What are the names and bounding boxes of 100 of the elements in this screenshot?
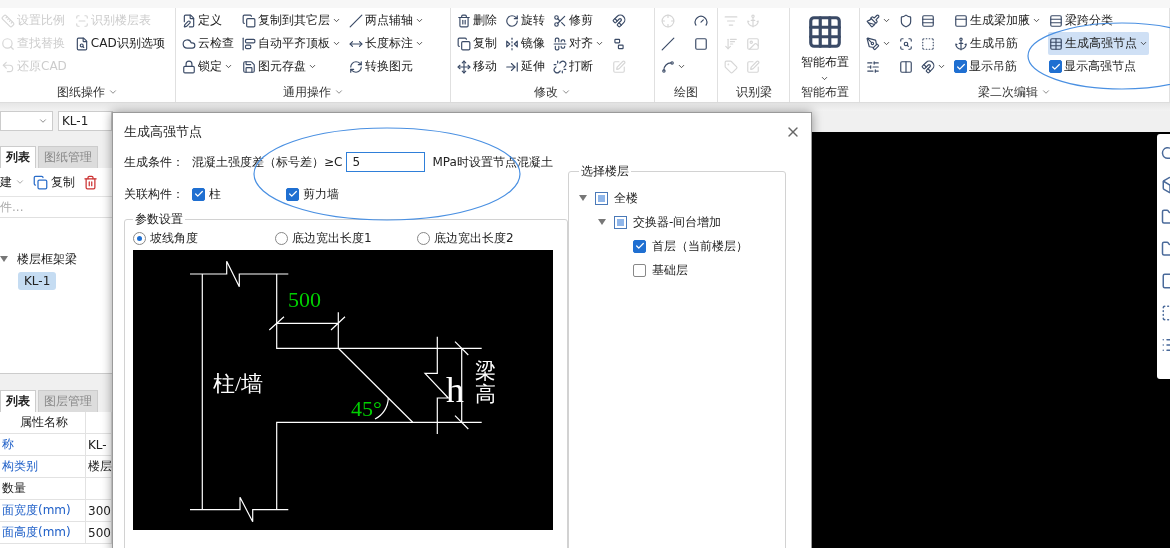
scan-icon (899, 36, 913, 51)
checkbox[interactable] (286, 187, 299, 201)
align-icon (553, 36, 567, 51)
ungroup-icon (612, 36, 626, 51)
ribbon-button[interactable]: CAD识别选项 (73, 32, 166, 55)
ribbon-button[interactable]: 转换图元 (348, 55, 425, 78)
search-icon (1, 36, 15, 51)
ribbon-button[interactable]: 定义 (181, 9, 235, 32)
ribbon-button[interactable]: 锁定 (181, 55, 235, 78)
group-label: 通用操作 (282, 83, 331, 101)
lock-icon (182, 59, 196, 74)
floor-label[interactable]: 全楼 (614, 189, 638, 207)
group-label: 绘图 (674, 83, 698, 101)
sliders-icon (866, 59, 880, 74)
radio-option[interactable]: 坡线角度 (133, 229, 275, 247)
checkbox[interactable] (954, 60, 967, 73)
checkbox[interactable] (633, 263, 646, 277)
caret-icon (15, 177, 25, 187)
angle-label: 45° (351, 398, 382, 420)
checkbox[interactable] (633, 239, 646, 253)
radio-option[interactable]: 底边宽出长度2 (417, 229, 559, 247)
ribbon-button[interactable]: 生成梁加腋 (953, 9, 1042, 32)
ribbon-button[interactable]: 删除 (456, 9, 498, 32)
copy-icon (242, 13, 256, 28)
ribbon-button[interactable]: 两点辅轴 (348, 9, 425, 32)
checkbox[interactable] (1049, 60, 1062, 73)
ribbon-button[interactable]: 生成高强节点 (1048, 32, 1149, 55)
property-name: 数量 (0, 478, 86, 499)
smart-layout-button[interactable]: 智能布置 (800, 9, 849, 83)
condition-text: MPa时设置节点混凝土 (432, 153, 553, 171)
component-checkbox[interactable]: 柱 (192, 185, 221, 203)
new-button[interactable]: 建 (0, 173, 25, 191)
ribbon-button[interactable]: 长度标注 (348, 32, 425, 55)
ribbon-button[interactable]: 打断 (552, 55, 605, 78)
line-icon (661, 36, 675, 51)
ribbon-button[interactable]: 复制到其它层 (241, 9, 342, 32)
ribbon-button[interactable]: 修剪 (552, 9, 605, 32)
expand-arrow-icon[interactable] (598, 219, 606, 225)
property-name: 构类别 (0, 456, 86, 477)
gauge-icon (694, 13, 708, 28)
checkbox[interactable] (595, 191, 608, 205)
ribbon-button[interactable]: 镜像 (504, 32, 546, 55)
ribbon-checkbox[interactable]: 显示高强节点 (1048, 55, 1149, 78)
copy-button[interactable]: 复制 (33, 173, 75, 191)
property-name: 面高度(mm) (0, 522, 86, 543)
anchor-icon (954, 36, 968, 51)
expand-arrow-icon[interactable] (0, 256, 8, 262)
square-pen-icon (746, 59, 760, 74)
property-name: 面宽度(mm) (0, 500, 86, 521)
wall-label: 柱/墙 (213, 373, 264, 395)
dialog-title: 生成高强节点 (124, 123, 202, 141)
radio-option[interactable]: 底边宽出长度1 (275, 229, 417, 247)
ribbon-checkbox[interactable]: 显示吊筋 (953, 55, 1042, 78)
shield-icon (899, 13, 913, 28)
group-title: 选择楼层 (580, 163, 630, 180)
column-header: 属性名称 (0, 412, 86, 433)
property-name: 称 (0, 434, 86, 455)
ribbon-button[interactable]: 旋转 (504, 9, 546, 32)
component-checkbox[interactable]: 剪力墙 (286, 185, 339, 203)
ribbon-button[interactable]: 对齐 (552, 32, 605, 55)
radio-button[interactable] (417, 231, 430, 245)
floor-label[interactable]: 首层（当前楼层） (652, 237, 748, 255)
component-selector[interactable]: KL-1 (58, 111, 112, 131)
trash-icon (457, 13, 471, 28)
ribbon-button[interactable]: 自动平齐顶板 (241, 32, 342, 55)
undo-icon (1, 59, 15, 74)
tree-item[interactable]: 楼层框架梁 (11, 248, 83, 270)
radio-button[interactable] (133, 231, 146, 245)
radio-button[interactable] (275, 231, 288, 245)
rotate-icon (505, 13, 519, 28)
scan-icon (74, 13, 89, 28)
panel-tab[interactable]: 列表 (0, 146, 36, 168)
panel-tab[interactable]: 列表 (0, 390, 36, 412)
tree-item[interactable]: KL-1 (18, 272, 57, 290)
unlink-icon (553, 59, 567, 74)
group-label: 识别梁 (735, 83, 772, 101)
magnet-icon (612, 13, 626, 28)
expand-arrow-icon[interactable] (579, 195, 587, 201)
rows-icon (1049, 13, 1063, 28)
delete-button[interactable] (83, 174, 98, 190)
dimension-label: 500 (288, 289, 321, 311)
strength-input[interactable]: 5 (346, 152, 426, 172)
floor-label[interactable]: 交换器-间台增加 (633, 213, 722, 231)
floor-label[interactable]: 基础层 (652, 261, 688, 279)
height-label: 梁高 (475, 360, 496, 407)
panel-icon (954, 13, 968, 28)
ribbon-button[interactable]: 延伸 (504, 55, 546, 78)
move-icon (457, 59, 471, 74)
cloud-icon (182, 36, 196, 51)
checkbox[interactable] (614, 215, 627, 229)
ribbon-button[interactable]: 图元存盘 (241, 55, 342, 78)
scissors-icon (553, 13, 567, 28)
ribbon-button[interactable]: 复制 (456, 32, 498, 55)
ribbon-button[interactable]: 云检查 (181, 32, 235, 55)
sort-icon (724, 36, 738, 51)
checkbox[interactable] (192, 187, 205, 201)
dashed-square-icon (921, 36, 935, 51)
ribbon-button[interactable]: 移动 (456, 55, 498, 78)
ribbon-button[interactable]: 生成吊筋 (953, 32, 1042, 55)
group-title: 参数设置 (134, 211, 184, 228)
